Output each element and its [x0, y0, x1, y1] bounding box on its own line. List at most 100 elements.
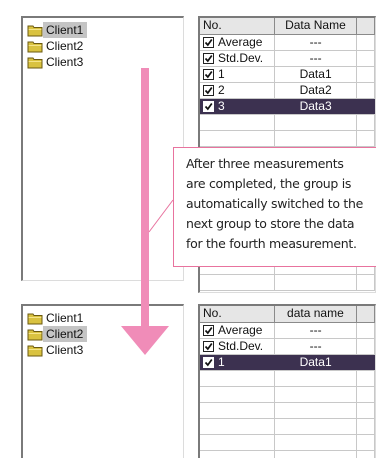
group-item-label: Client3	[46, 55, 84, 69]
cell-no: 2	[200, 83, 276, 98]
group-item-label: Client2	[46, 39, 84, 53]
table-row[interactable]: Average ---	[200, 35, 375, 51]
cell-no-label: 3	[218, 99, 225, 113]
cell-no-label: Average	[218, 323, 263, 337]
cell-no-label: 1	[218, 67, 225, 81]
column-header-no[interactable]: No.	[200, 306, 276, 322]
cell-no: Average	[200, 35, 276, 50]
group-item-label: Client3	[46, 343, 84, 357]
column-header-extra[interactable]	[357, 306, 375, 322]
cell-no	[200, 371, 276, 386]
callout-line: After three measurements	[186, 156, 344, 171]
cell-extra	[357, 403, 375, 418]
empty-row	[200, 419, 375, 435]
cell-no: 1	[200, 67, 276, 82]
cell-data-name	[275, 275, 357, 290]
cell-data-name	[275, 435, 357, 450]
callout-line: automatically switched to the	[186, 196, 364, 211]
empty-row	[200, 115, 375, 131]
checkbox-checked-icon[interactable]	[203, 69, 214, 80]
cell-no: Std.Dev.	[200, 51, 276, 66]
table-row[interactable]: Std.Dev. ---	[200, 51, 375, 67]
column-header-data-name[interactable]: data name	[275, 306, 357, 322]
cell-no: Average	[200, 323, 276, 338]
cell-no	[200, 451, 276, 458]
cell-extra	[357, 339, 375, 354]
cell-extra	[357, 131, 375, 146]
checkbox-checked-icon[interactable]	[203, 37, 214, 48]
table-header-bottom: No. data name	[200, 306, 375, 323]
cell-no-label: Average	[218, 35, 263, 49]
column-header-extra[interactable]	[357, 18, 375, 34]
checkbox-checked-icon[interactable]	[203, 341, 214, 352]
callout-line: for the fourth measurement.	[186, 236, 357, 251]
folder-icon	[27, 312, 43, 325]
folder-icon	[27, 328, 43, 341]
group-item-label: Client1	[46, 311, 84, 325]
cell-extra	[357, 275, 375, 290]
cell-extra	[357, 83, 375, 98]
cell-data-name: Data1	[275, 67, 357, 82]
cell-data-name	[275, 403, 357, 418]
cell-no	[200, 419, 276, 434]
cell-data-name: ---	[275, 323, 357, 338]
cell-no	[200, 275, 276, 290]
checkbox-checked-icon[interactable]	[203, 85, 214, 96]
empty-row	[200, 435, 375, 451]
checkbox-checked-icon[interactable]	[203, 101, 214, 112]
group-tree-top: Client1 Client2 Client3	[21, 16, 184, 281]
cell-data-name	[275, 387, 357, 402]
group-item[interactable]: Client1	[27, 310, 183, 326]
table-body-bottom: Average --- Std.Dev. --- 1 Data1	[200, 323, 375, 458]
callout-line: are completed, the group is	[186, 176, 352, 191]
cell-extra	[357, 115, 375, 130]
table-row[interactable]: Average ---	[200, 323, 375, 339]
cell-extra	[357, 99, 375, 114]
folder-icon	[27, 40, 43, 53]
cell-data-name: Data1	[275, 355, 357, 370]
empty-row	[200, 403, 375, 419]
cell-data-name	[275, 131, 357, 146]
group-item-label: Client2	[43, 326, 88, 342]
cell-no	[200, 387, 276, 402]
cell-data-name: ---	[275, 339, 357, 354]
column-header-data-name[interactable]: Data Name	[275, 18, 357, 34]
explanation-callout: After three measurements are completed, …	[173, 147, 376, 267]
cell-extra	[357, 51, 375, 66]
checkbox-checked-icon[interactable]	[203, 325, 214, 336]
group-item[interactable]: Client3	[27, 54, 183, 70]
cell-data-name	[275, 115, 357, 130]
cell-data-name	[275, 419, 357, 434]
table-row[interactable]: 1 Data1	[200, 355, 375, 371]
cell-extra	[357, 355, 375, 370]
cell-data-name: Data3	[275, 99, 357, 114]
table-row[interactable]: 1 Data1	[200, 67, 375, 83]
cell-no-label: 2	[218, 83, 225, 97]
cell-no	[200, 403, 276, 418]
data-table-bottom: No. data name Average --- Std.Dev. --- 1 Data…	[198, 304, 376, 458]
group-item[interactable]: Client2	[27, 38, 183, 54]
cell-no: 3	[200, 99, 276, 114]
folder-icon	[27, 56, 43, 69]
table-row[interactable]: Std.Dev. ---	[200, 339, 375, 355]
cell-extra	[357, 371, 375, 386]
checkbox-checked-icon[interactable]	[203, 357, 214, 368]
group-item[interactable]: Client2	[27, 326, 183, 342]
table-row[interactable]: 3 Data3	[200, 99, 375, 115]
empty-row	[200, 131, 375, 147]
column-header-no[interactable]: No.	[200, 18, 276, 34]
cell-no-label: Std.Dev.	[218, 339, 264, 353]
folder-icon	[27, 24, 43, 37]
group-item[interactable]: Client1	[27, 22, 183, 38]
cell-extra	[357, 323, 375, 338]
callout-line: next group to store the data	[186, 216, 355, 231]
table-row[interactable]: 2 Data2	[200, 83, 375, 99]
cell-extra	[357, 451, 375, 458]
group-list-top: Client1 Client2 Client3	[23, 18, 183, 70]
cell-no	[200, 131, 276, 146]
cell-extra	[357, 419, 375, 434]
group-item[interactable]: Client3	[27, 342, 183, 358]
table-grid-bottom: No. data name Average --- Std.Dev. --- 1 Data…	[200, 306, 375, 458]
cell-data-name	[275, 451, 357, 458]
checkbox-checked-icon[interactable]	[203, 53, 214, 64]
